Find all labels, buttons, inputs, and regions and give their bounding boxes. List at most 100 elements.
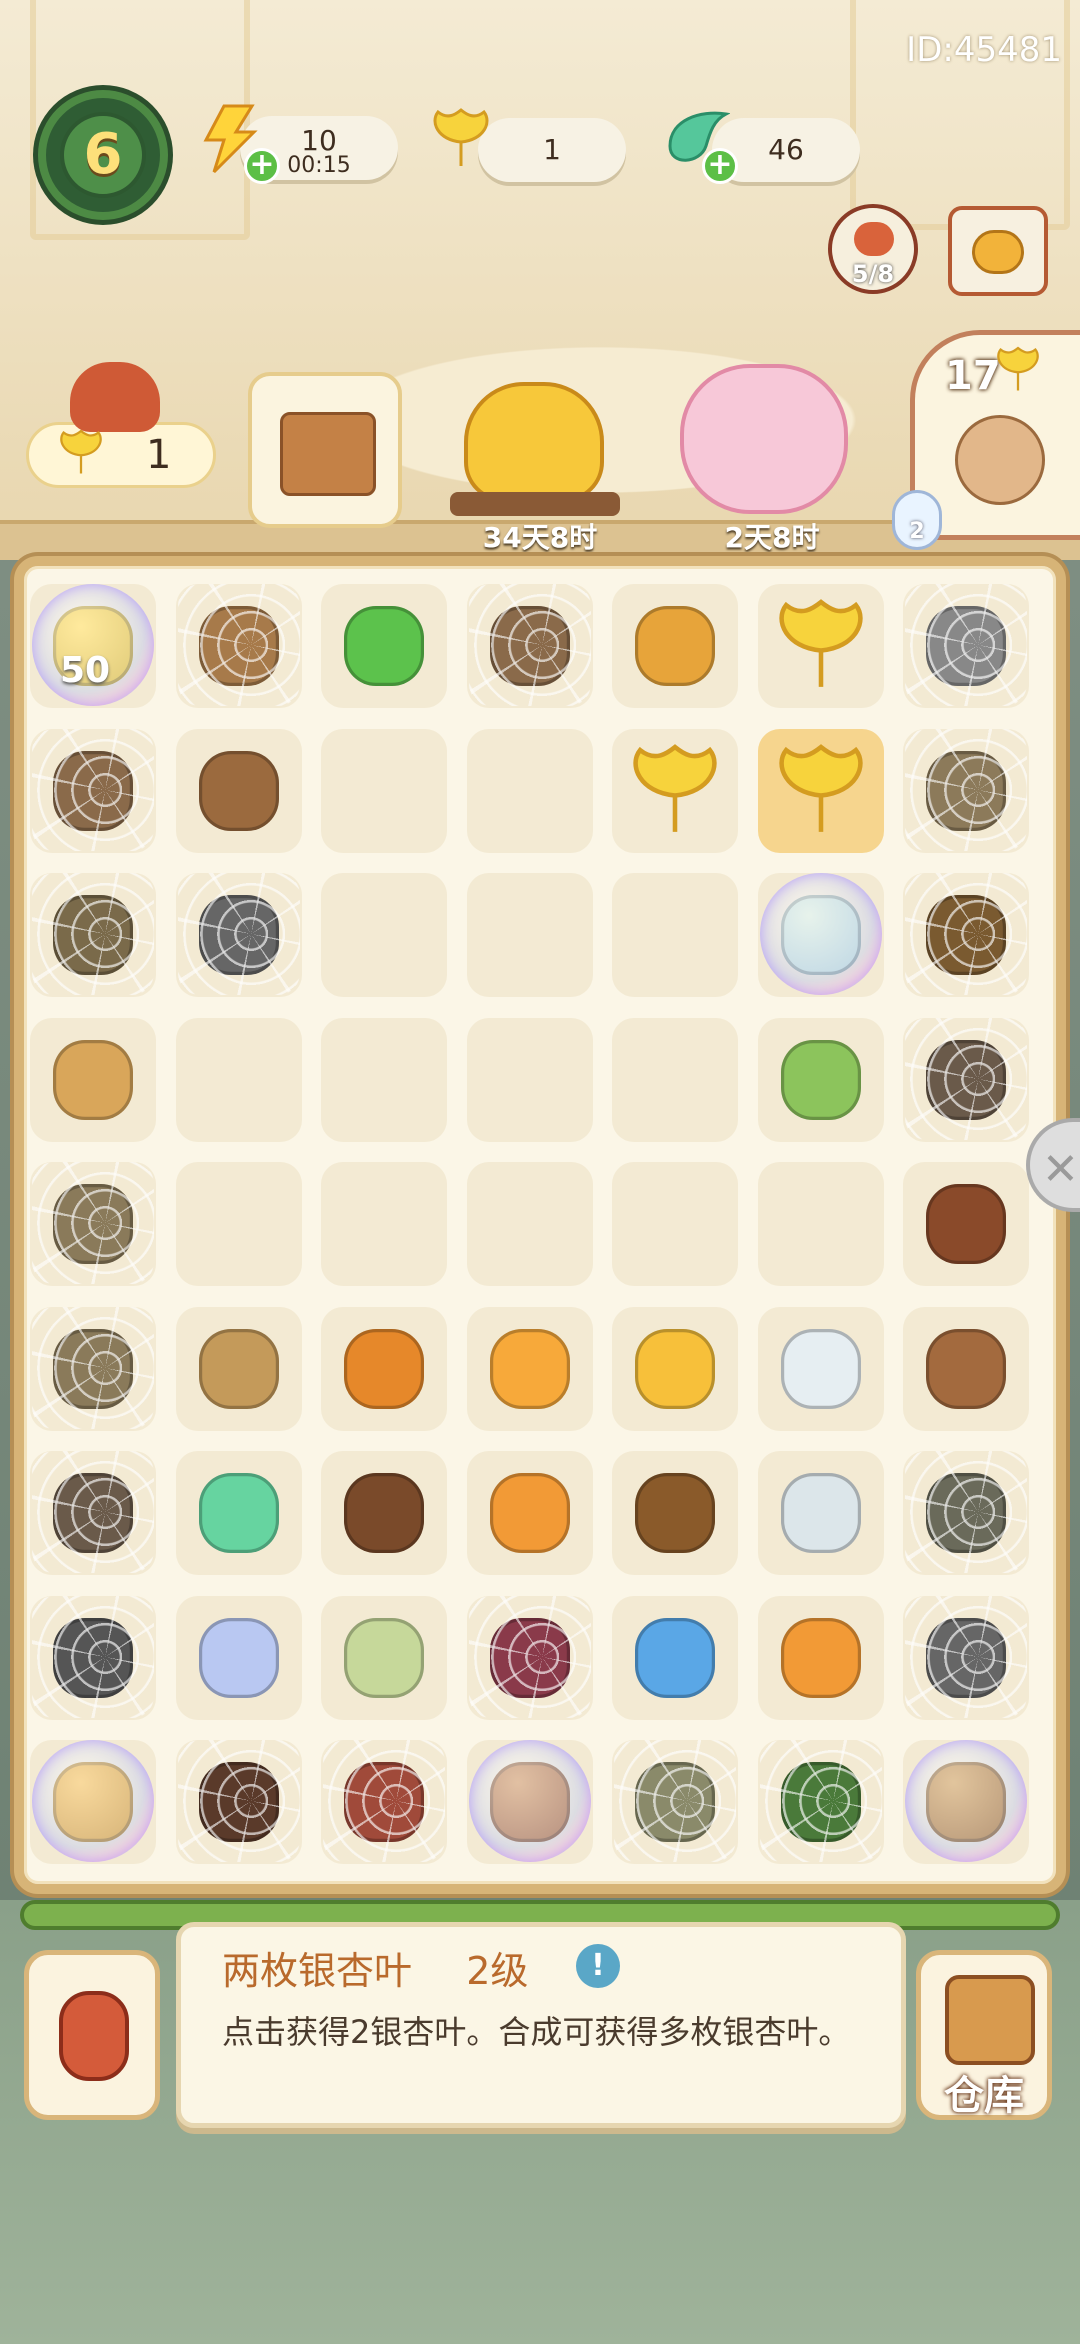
cobweb-overlay <box>32 873 154 995</box>
basket-icon <box>198 1328 279 1409</box>
board-cell[interactable] <box>30 1306 156 1431</box>
cookie-icon <box>926 1184 1006 1264</box>
lantern-box-icon <box>780 1617 861 1698</box>
board-cell[interactable] <box>321 1740 447 1864</box>
board-cell[interactable] <box>30 1595 156 1720</box>
board-cell[interactable] <box>757 873 884 997</box>
energy-blue-icon <box>198 1617 279 1698</box>
board-cell[interactable] <box>175 584 302 708</box>
board-cell[interactable] <box>612 584 738 708</box>
board-cell[interactable] <box>612 1595 738 1720</box>
gingko-leaf-icon <box>771 596 871 696</box>
gingko-leaf-icon <box>60 429 102 474</box>
board-cell[interactable] <box>30 1451 156 1575</box>
board-cell <box>612 873 738 997</box>
board-cell[interactable] <box>175 728 302 853</box>
board-cell[interactable] <box>903 584 1029 708</box>
board-cell[interactable] <box>757 1017 884 1142</box>
board-cell[interactable] <box>321 584 447 708</box>
board-cell <box>321 1017 447 1142</box>
egg-icon[interactable]: 2 <box>892 490 942 550</box>
cobweb-overlay <box>905 584 1027 706</box>
board-cell[interactable] <box>903 1451 1029 1575</box>
board-cell[interactable] <box>30 1740 156 1864</box>
board-cell[interactable] <box>612 1740 738 1864</box>
board-cell[interactable] <box>903 1740 1029 1864</box>
board-cell[interactable] <box>612 1451 738 1575</box>
board-cell[interactable] <box>321 1451 447 1575</box>
bamboo-frame-icon <box>53 1039 133 1120</box>
board-cell[interactable] <box>903 1595 1029 1720</box>
bubble-overlay <box>759 873 882 995</box>
board-cell[interactable] <box>466 584 593 708</box>
cake-bath[interactable]: 2天8时 <box>672 356 862 554</box>
board-cell[interactable]: 50 <box>30 584 156 708</box>
board-cell <box>757 1162 884 1286</box>
board-cell[interactable] <box>612 728 738 853</box>
board-cell[interactable] <box>175 1451 302 1575</box>
board-cell[interactable] <box>757 728 884 853</box>
red-panda-avatar[interactable]: 5/8 <box>828 204 918 294</box>
board-cell[interactable] <box>466 1740 593 1864</box>
red-panda-face-icon <box>854 222 894 256</box>
board-cell[interactable] <box>903 1017 1029 1142</box>
info-icon[interactable]: ! <box>576 1944 620 1988</box>
teapot-timer: 34天8时 <box>482 521 598 554</box>
board-cell[interactable] <box>30 1162 156 1286</box>
energy-cyan-icon <box>635 1617 715 1698</box>
storage-button[interactable]: 仓库 <box>916 1950 1052 2120</box>
red-panda-cloud[interactable]: 1 <box>26 362 216 492</box>
torch-icon <box>344 1328 424 1409</box>
gingko-pill[interactable]: 1 <box>478 118 626 182</box>
cobweb-overlay <box>32 1306 154 1429</box>
item-description: 点击获得2银杏叶。合成可获得多枚银杏叶。 <box>222 2013 851 2051</box>
egg-count: 2 <box>909 519 925 544</box>
gem-plus-button[interactable]: + <box>702 148 738 184</box>
board-cell[interactable] <box>321 1306 447 1431</box>
board-cell[interactable] <box>903 1162 1029 1286</box>
red-panda-tail-icon <box>59 1991 129 2081</box>
board-cell[interactable] <box>903 1306 1029 1431</box>
board-cell[interactable] <box>757 1451 884 1575</box>
board-cell[interactable] <box>903 873 1029 997</box>
board-cell[interactable] <box>30 1017 156 1142</box>
hamster-icon <box>955 415 1045 505</box>
board-cell[interactable] <box>757 1595 884 1720</box>
golden-teapot[interactable]: 34天8时 <box>440 352 630 554</box>
board-cell[interactable] <box>30 728 156 853</box>
board-cell <box>175 1017 302 1142</box>
level-number: 6 <box>60 112 146 198</box>
board-cell[interactable] <box>757 1306 884 1431</box>
board-cell <box>466 1017 593 1142</box>
energy-plus-button[interactable]: + <box>244 148 280 184</box>
board-cell <box>321 1162 447 1286</box>
board-cell <box>612 1017 738 1142</box>
board-cell[interactable] <box>466 1306 593 1431</box>
cat-shop-button[interactable] <box>948 206 1048 296</box>
gingko-leaves-icon <box>625 741 725 841</box>
board-cell[interactable] <box>466 1595 593 1720</box>
sell-button[interactable] <box>24 1950 160 2120</box>
gingko-leaf-icon <box>997 346 1039 391</box>
bubble-overlay <box>32 1740 154 1862</box>
item-name: 两枚银杏叶 <box>222 1949 413 1993</box>
board-cell[interactable] <box>175 1306 302 1431</box>
bowl-order-card[interactable] <box>248 372 402 528</box>
cobweb-overlay <box>32 1162 154 1284</box>
board-cell[interactable] <box>321 1595 447 1720</box>
board-cell[interactable] <box>757 584 884 708</box>
board-cell[interactable] <box>757 1740 884 1864</box>
panda-leaf-count: 1 <box>146 432 172 478</box>
board-cell[interactable] <box>175 873 302 997</box>
board-cell[interactable] <box>30 873 156 997</box>
board-cell[interactable] <box>175 1595 302 1720</box>
board-cell[interactable] <box>175 1740 302 1864</box>
cobweb-overlay <box>177 873 300 995</box>
cobweb-overlay <box>32 728 154 851</box>
log-icon <box>926 1328 1006 1409</box>
level-badge[interactable]: 6 <box>38 90 168 220</box>
board-cell[interactable] <box>612 1306 738 1431</box>
close-icon: ✕ <box>1042 1144 1079 1195</box>
board-cell[interactable] <box>903 728 1029 853</box>
board-cell[interactable] <box>466 1451 593 1575</box>
